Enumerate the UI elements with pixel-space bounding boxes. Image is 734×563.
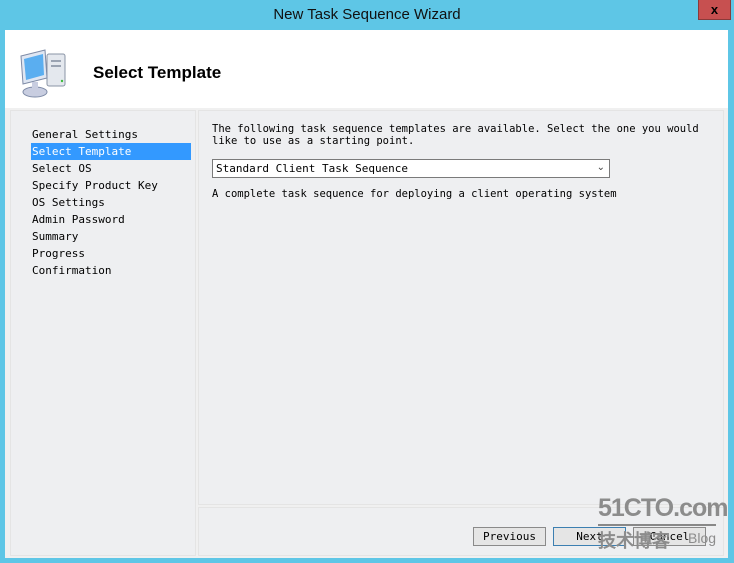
step-specify-product-key[interactable]: Specify Product Key	[31, 177, 191, 194]
step-select-os[interactable]: Select OS	[31, 160, 191, 177]
chevron-down-icon[interactable]: ⌄	[597, 162, 605, 173]
template-dropdown-value: Standard Client Task Sequence	[216, 162, 409, 175]
button-bar: Previous Next Cancel	[198, 507, 724, 556]
title-bar: New Task Sequence Wizard x	[0, 0, 734, 30]
step-admin-password[interactable]: Admin Password	[31, 211, 191, 228]
step-summary[interactable]: Summary	[31, 228, 191, 245]
wizard-window: Select Template General Settings Select …	[5, 30, 728, 558]
window-title: New Task Sequence Wizard	[273, 6, 461, 23]
wizard-header: Select Template	[5, 30, 728, 108]
wizard-steps-list: General Settings Select Template Select …	[31, 126, 191, 279]
template-dropdown[interactable]: Standard Client Task Sequence ⌄	[212, 159, 610, 178]
step-confirmation[interactable]: Confirmation	[31, 262, 191, 279]
step-os-settings[interactable]: OS Settings	[31, 194, 191, 211]
next-button[interactable]: Next	[553, 527, 626, 546]
content-panel: The following task sequence templates ar…	[198, 110, 724, 505]
step-select-template[interactable]: Select Template	[31, 143, 191, 160]
step-progress[interactable]: Progress	[31, 245, 191, 262]
page-title: Select Template	[93, 63, 222, 82]
intro-text: The following task sequence templates ar…	[212, 123, 699, 147]
cancel-button[interactable]: Cancel	[633, 527, 706, 546]
previous-button[interactable]: Previous	[473, 527, 546, 546]
step-general-settings[interactable]: General Settings	[31, 126, 191, 143]
wizard-steps-panel: General Settings Select Template Select …	[10, 110, 196, 556]
close-button[interactable]: x	[698, 0, 731, 20]
template-description: A complete task sequence for deploying a…	[212, 188, 617, 200]
computer-icon	[20, 49, 66, 98]
